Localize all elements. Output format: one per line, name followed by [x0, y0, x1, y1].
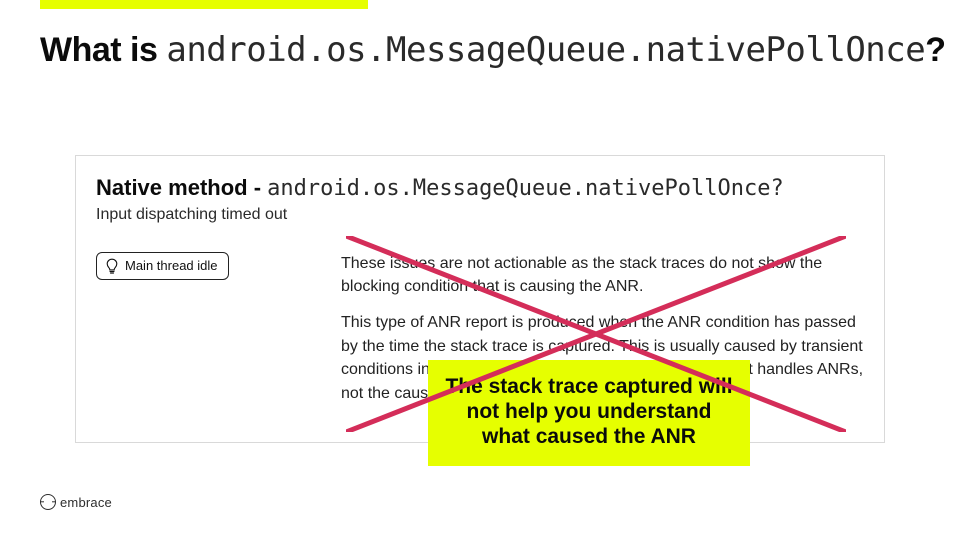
- accent-bar: [40, 0, 368, 9]
- callout-box: The stack trace captured will not help y…: [428, 360, 750, 466]
- card-subtitle: Input dispatching timed out: [96, 206, 864, 224]
- title-question-mark: ?: [925, 31, 945, 69]
- main-thread-idle-badge: Main thread idle: [96, 252, 229, 280]
- brand-name: embrace: [60, 495, 112, 510]
- brand-mark-icon: [40, 494, 56, 510]
- slide: What is android.os.MessageQueue.nativePo…: [0, 0, 960, 540]
- explanation-paragraph: These issues are not actionable as the s…: [341, 252, 864, 299]
- page-title: What is android.os.MessageQueue.nativePo…: [40, 30, 945, 70]
- card-title-label: Native method -: [96, 175, 267, 200]
- title-code: android.os.MessageQueue.nativePollOnce: [166, 30, 925, 70]
- badge-label: Main thread idle: [125, 259, 218, 272]
- lightbulb-icon: [105, 258, 119, 274]
- badge-column: Main thread idle: [96, 252, 341, 406]
- title-prefix: What is: [40, 31, 166, 69]
- card-title-code: android.os.MessageQueue.nativePollOnce?: [267, 176, 784, 201]
- card-title: Native method - android.os.MessageQueue.…: [96, 174, 864, 204]
- callout-text: The stack trace captured will not help y…: [445, 375, 732, 448]
- brand-logo: embrace: [40, 494, 112, 510]
